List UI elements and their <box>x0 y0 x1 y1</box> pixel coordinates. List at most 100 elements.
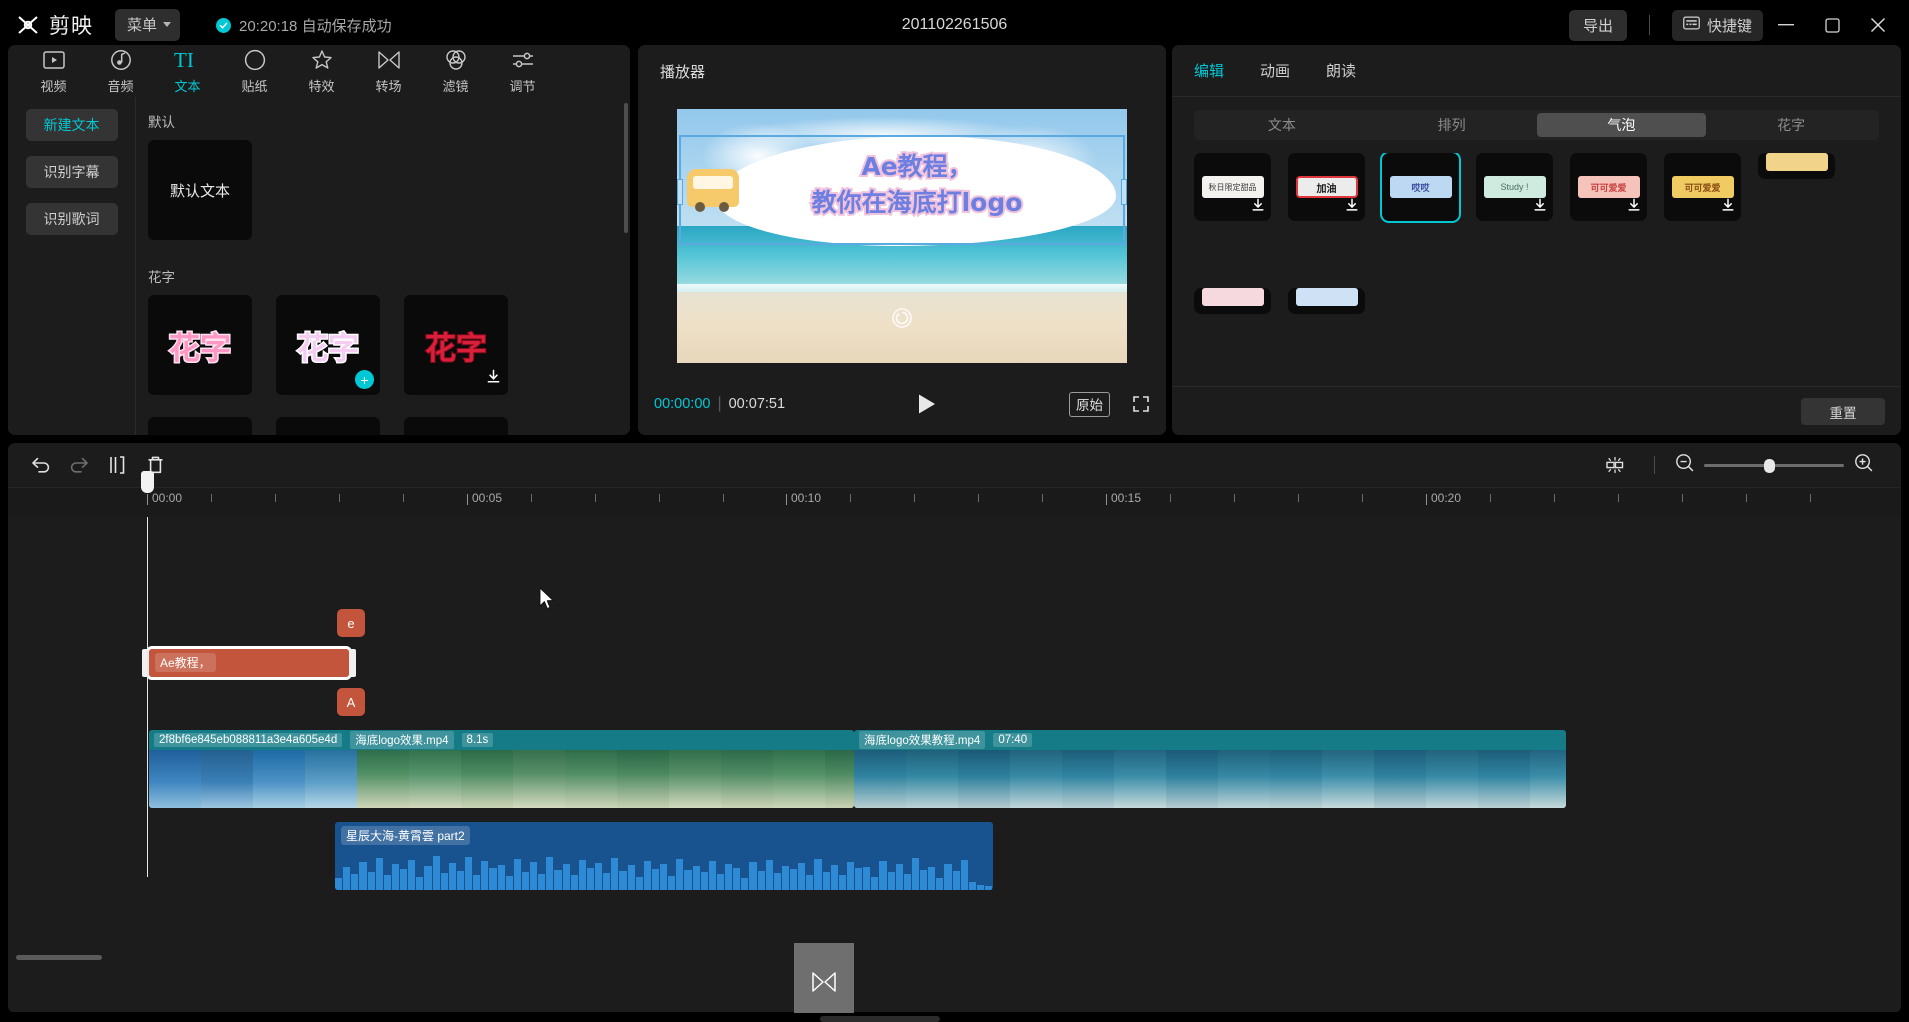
tab-sticker[interactable]: 贴纸 <box>221 47 288 95</box>
minimize-button[interactable] <box>1763 5 1809 45</box>
sidebar-item-new-text[interactable]: 新建文本 <box>25 109 118 141</box>
zoom-in-icon[interactable] <box>1854 453 1873 477</box>
download-icon[interactable] <box>1721 198 1735 217</box>
tab-effects-label: 特效 <box>308 79 335 94</box>
video-clip-duration: 07:40 <box>993 733 1033 747</box>
split-button[interactable] <box>98 450 136 480</box>
effect-badge-clip[interactable]: e <box>337 609 365 637</box>
reset-button[interactable]: 重置 <box>1801 398 1885 425</box>
playhead[interactable] <box>141 471 154 877</box>
default-text-card[interactable]: 默认文本 <box>148 140 252 240</box>
fancy-text-card-6[interactable] <box>404 417 508 435</box>
sidebar-item-recognize-lyrics[interactable]: 识别歌词 <box>25 203 118 235</box>
video-clip-2[interactable]: 海底logo效果教程.mp4 07:40 <box>854 730 1566 808</box>
video-canvas[interactable]: Ae教程， 教你在海底打logo <box>677 109 1127 363</box>
fancy-text-card-2[interactable]: 花字 + <box>276 295 380 395</box>
time-divider: | <box>717 395 722 412</box>
tab-readaloud[interactable]: 朗读 <box>1326 60 1356 81</box>
rotate-icon[interactable] <box>891 307 913 334</box>
player-current-time[interactable]: 00:00:00 <box>654 396 710 412</box>
ruler-tick <box>659 494 660 502</box>
tab-edit[interactable]: 编辑 <box>1194 60 1224 81</box>
fancy-text-card-3[interactable]: 花字 <box>404 295 508 395</box>
selection-handle-right[interactable] <box>1121 179 1127 205</box>
export-button[interactable]: 导出 <box>1568 9 1627 41</box>
bubble-template-grid[interactable]: 秋日限定甜品 加油 哎哎 Study ! 可可爱爱 可可爱爱 <box>1194 153 1879 367</box>
ruler-tick <box>1234 494 1235 502</box>
tab-animation[interactable]: 动画 <box>1260 60 1290 81</box>
maximize-button[interactable] <box>1809 5 1855 45</box>
text-clip[interactable]: Ae教程， <box>142 646 356 680</box>
segment-text[interactable]: 文本 <box>1197 113 1367 137</box>
download-icon[interactable] <box>1345 198 1359 217</box>
tab-filter-label: 滤镜 <box>442 79 469 94</box>
download-icon[interactable] <box>486 369 501 389</box>
video-clip-1[interactable]: 2f8bf6e845eb088811a3e4a605e4d 海底logo效果.m… <box>149 730 854 808</box>
tab-effects[interactable]: 特效 <box>288 47 355 95</box>
timeline-tracks[interactable]: e Ae教程， A 2f8bf6e845eb088811a3e4a605e4d … <box>8 471 1901 1013</box>
keyboard-icon <box>1683 16 1700 34</box>
tab-filter[interactable]: 滤镜 <box>422 47 489 95</box>
download-icon[interactable] <box>1627 198 1641 217</box>
segment-fancy[interactable]: 花字 <box>1706 113 1876 137</box>
close-button[interactable] <box>1855 5 1901 45</box>
transition-marker[interactable] <box>794 943 854 1013</box>
bubble-card[interactable]: 可可爱爱 <box>1664 153 1741 221</box>
hotkey-button[interactable]: 快捷键 <box>1671 9 1763 41</box>
bubble-card[interactable]: 可可爱爱 <box>1570 153 1647 221</box>
ruler-tick <box>531 494 532 502</box>
fancy-text-card-5[interactable] <box>276 417 380 435</box>
bubble-card[interactable]: 秋日限定甜品 <box>1194 153 1271 221</box>
zoom-slider-handle[interactable] <box>1764 458 1775 473</box>
tab-text[interactable]: TI 文本 <box>154 47 221 95</box>
play-button[interactable] <box>917 393 937 415</box>
undo-button[interactable] <box>22 450 60 480</box>
thumbnail <box>773 750 825 808</box>
tab-audio[interactable]: 音频 <box>87 47 154 95</box>
text-selection-box[interactable] <box>677 135 1127 245</box>
redo-button[interactable] <box>60 450 98 480</box>
bottom-resize-grip[interactable] <box>820 1016 940 1022</box>
tab-video[interactable]: 视频 <box>20 47 87 95</box>
trim-handle-right[interactable] <box>349 649 356 677</box>
bubble-card[interactable]: 加油 <box>1288 153 1365 221</box>
ruler-tick <box>1170 494 1171 502</box>
fullscreen-icon[interactable] <box>1132 395 1150 413</box>
sidebar-item-recognize-subtitle[interactable]: 识别字幕 <box>25 156 118 188</box>
inspector-divider <box>1172 386 1901 387</box>
fancy-text-card-1[interactable]: 花字 <box>148 295 252 395</box>
bubble-preview: 可可爱爱 <box>1577 176 1640 198</box>
thumbnail <box>149 750 201 808</box>
fit-to-window-icon[interactable] <box>1596 450 1634 480</box>
library-scrollbar[interactable] <box>624 103 628 233</box>
bubble-card-selected[interactable]: 哎哎 <box>1380 153 1461 223</box>
playhead-handle[interactable] <box>141 471 154 493</box>
media-library-panel: 视频 音频 TI 文本 贴纸 特效 转场 滤镜 调节 新建文本 识别字幕 识别歌… <box>8 45 630 435</box>
download-icon[interactable] <box>1533 198 1547 217</box>
default-text-label: 默认文本 <box>169 182 230 200</box>
bubble-card[interactable]: Study ! <box>1476 153 1553 221</box>
add-icon[interactable]: + <box>355 370 374 389</box>
original-size-button[interactable]: 原始 <box>1069 391 1110 417</box>
timeline-horizontal-scrollbar[interactable] <box>16 955 102 960</box>
zoom-slider[interactable] <box>1704 458 1844 473</box>
hotkey-label: 快捷键 <box>1706 17 1752 35</box>
zoom-out-icon[interactable] <box>1675 453 1694 477</box>
segment-arrange[interactable]: 排列 <box>1367 113 1537 137</box>
download-icon[interactable] <box>1251 198 1265 217</box>
menu-button[interactable]: 菜单 <box>115 9 181 41</box>
timeline-ruler[interactable]: 00:00 00:05 00:10 00:15 00:20 <box>8 487 1901 517</box>
selection-handle-left[interactable] <box>677 179 683 205</box>
ruler-tick <box>211 494 212 502</box>
ruler-tick <box>1810 494 1811 502</box>
animation-badge-clip[interactable]: A <box>337 688 365 716</box>
bubble-card[interactable] <box>1758 153 1835 179</box>
tab-adjust[interactable]: 调节 <box>489 47 556 95</box>
tab-transition[interactable]: 转场 <box>355 47 422 95</box>
bubble-card[interactable] <box>1194 287 1271 314</box>
bubble-card[interactable] <box>1288 287 1365 314</box>
fancy-text-card-4[interactable] <box>148 417 252 435</box>
audio-clip[interactable]: 星辰大海-黄霄雲 part2 <box>335 822 993 890</box>
thumbnail <box>1426 750 1478 808</box>
segment-bubble[interactable]: 气泡 <box>1536 113 1707 137</box>
